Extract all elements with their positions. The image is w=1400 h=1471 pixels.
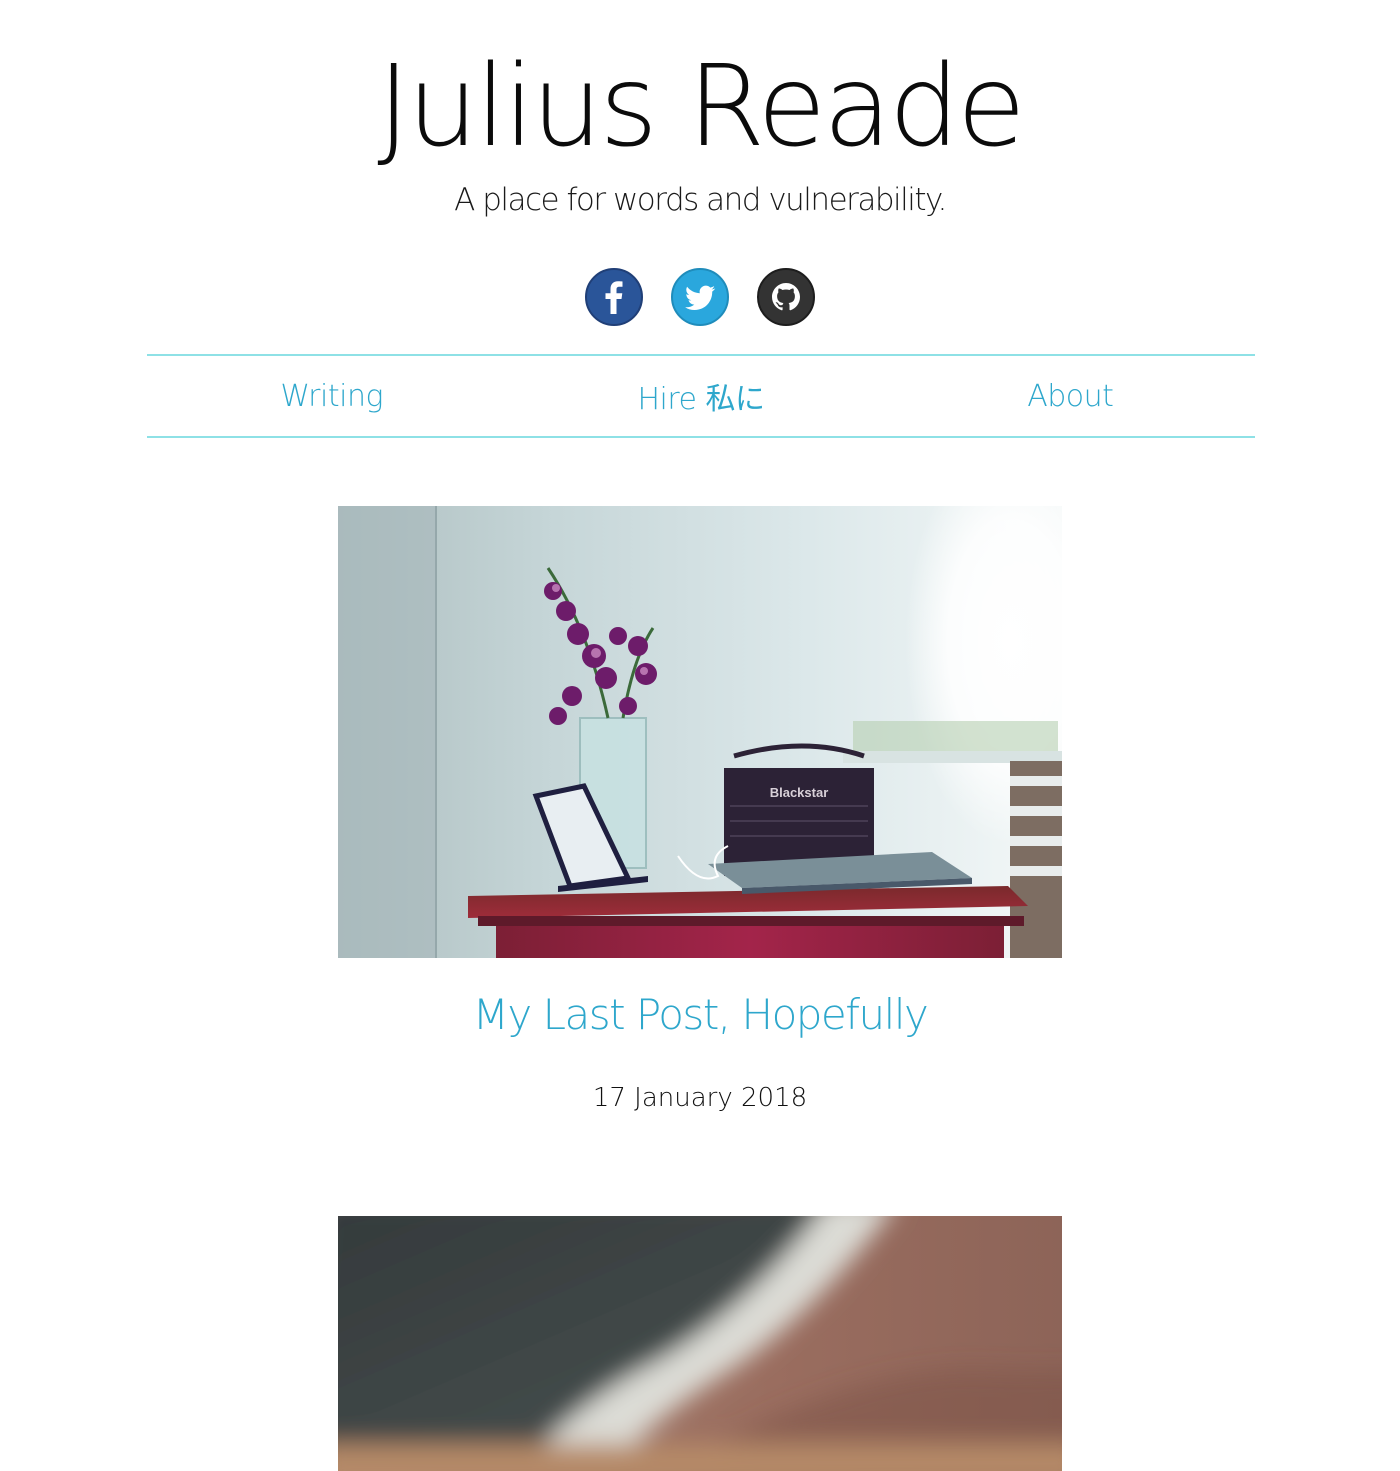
post-image-link[interactable] bbox=[338, 1216, 1062, 1471]
svg-text:Blackstar: Blackstar bbox=[770, 785, 829, 800]
main-nav: Writing Hire 私に About bbox=[147, 354, 1255, 438]
social-links bbox=[0, 268, 1400, 326]
twitter-icon bbox=[671, 268, 729, 326]
nav-item-writing[interactable]: Writing bbox=[147, 379, 516, 414]
github-link[interactable] bbox=[757, 268, 815, 326]
post-title-link[interactable]: My Last Post, Hopefully bbox=[0, 990, 1400, 1039]
post-date: 17 January 2018 bbox=[592, 1083, 808, 1113]
post-image bbox=[338, 1216, 1062, 1471]
nav-item-hire[interactable]: Hire 私に bbox=[516, 374, 885, 418]
site-title[interactable]: Julius Reade bbox=[0, 48, 1400, 166]
post-image-link[interactable]: Blackstar bbox=[338, 506, 1062, 958]
github-icon bbox=[757, 268, 815, 326]
facebook-icon bbox=[585, 268, 643, 326]
nav-item-about[interactable]: About bbox=[886, 379, 1255, 414]
site-tagline: A place for words and vulnerability. bbox=[454, 182, 947, 218]
facebook-link[interactable] bbox=[585, 268, 643, 326]
post-image: Blackstar bbox=[338, 506, 1062, 958]
twitter-link[interactable] bbox=[671, 268, 729, 326]
